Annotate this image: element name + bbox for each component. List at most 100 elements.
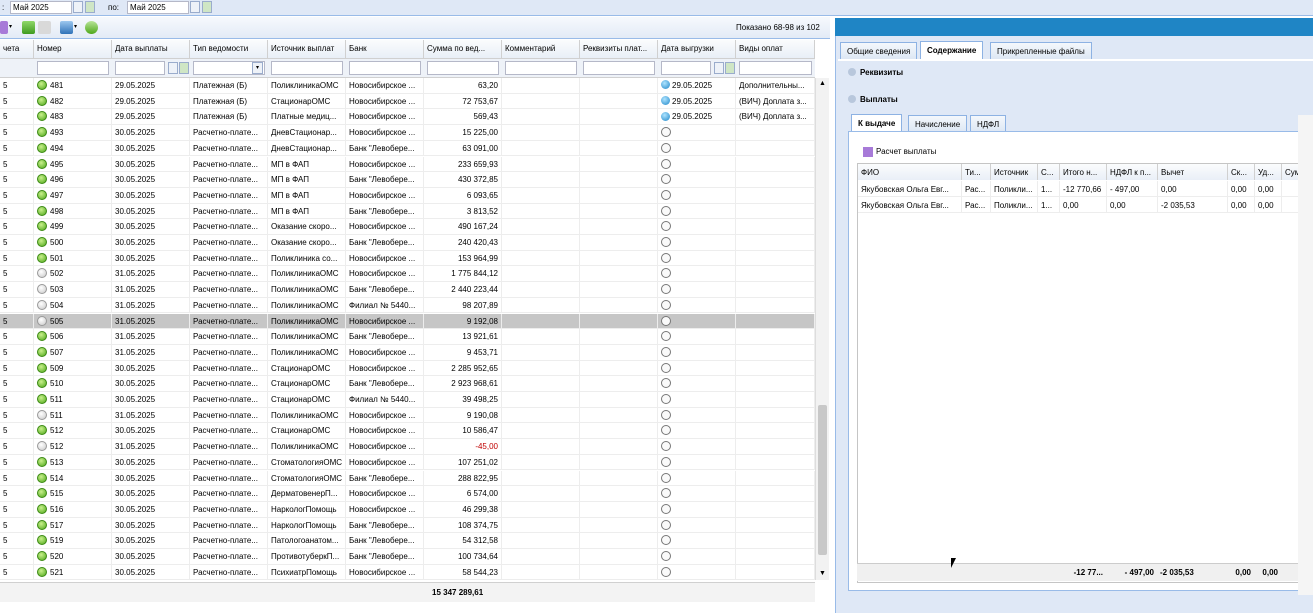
col-comment-filter-input[interactable] [505, 61, 577, 75]
table-row[interactable]: Якубовская Ольга Евг... Рас... Поликли... 1… [858, 197, 1313, 213]
col-export-date-header[interactable]: Дата выгрузки [658, 40, 736, 59]
table-row[interactable]: 5 507 31.05.2025 Расчетно-плате... Поликлини… [0, 344, 815, 361]
col-type-header[interactable]: Ти... [962, 164, 991, 180]
table-row[interactable]: 5 510 30.05.2025 Расчетно-плате... Стационар… [0, 376, 815, 392]
clear-filter-icon[interactable] [179, 62, 189, 74]
table-row[interactable]: 5 515 30.05.2025 Расчетно-плате... Дерматове… [0, 486, 815, 502]
disapprove-icon[interactable] [38, 21, 51, 34]
table-row[interactable]: 5 493 30.05.2025 Расчетно-плате... ДневСтаци… [0, 125, 815, 141]
table-row[interactable]: 5 502 31.05.2025 Расчетно-плате... Поликлини… [0, 266, 815, 283]
table-row[interactable]: 5 494 30.05.2025 Расчетно-плате... ДневСтаци… [0, 140, 815, 157]
table-row[interactable]: 5 506 31.05.2025 Расчетно-плате... Поликлини… [0, 329, 815, 345]
calendar-icon[interactable] [73, 1, 83, 13]
col-bank-header[interactable]: Банк [346, 40, 424, 59]
table-row[interactable]: 5 481 29.05.2025 Платежная (Б) ПоликлиникаОМ… [0, 78, 815, 94]
table-row[interactable]: 5 482 29.05.2025 Платежная (Б) СтационарОМС Н… [0, 93, 815, 110]
scroll-up-icon[interactable]: ▲ [819, 80, 826, 87]
table-row[interactable]: 5 517 30.05.2025 Расчетно-плате... НаркологП… [0, 517, 815, 534]
col-deduction-header[interactable]: Вычет [1158, 164, 1228, 180]
table-row[interactable]: 5 511 30.05.2025 Расчетно-плате... Стационар… [0, 392, 815, 408]
col-fio-header[interactable]: ФИО [858, 164, 962, 180]
table-row[interactable]: 5 503 31.05.2025 Расчетно-плате... Поликлини… [0, 282, 815, 298]
col-sk-header[interactable]: Ск... [1228, 164, 1255, 180]
table-row[interactable]: 5 512 31.05.2025 Расчетно-плате... Поликлини… [0, 439, 815, 455]
subtab-ndfl[interactable]: НДФЛ [970, 115, 1007, 132]
section-payments[interactable]: Выплаты [848, 94, 898, 104]
table-row[interactable]: 5 495 30.05.2025 Расчетно-плате... МП в ФАП Н… [0, 156, 815, 173]
refresh-icon[interactable] [85, 21, 98, 34]
col-requisites-filter-input[interactable] [583, 61, 655, 75]
col-pay-kinds-header[interactable]: Виды оплат [736, 40, 815, 59]
table-row[interactable]: 5 513 30.05.2025 Расчетно-плате... Стоматоло… [0, 454, 815, 471]
subtab-accrual[interactable]: Начисление [908, 115, 968, 132]
table-row[interactable]: 5 505 31.05.2025 Расчетно-плате... Поликлини… [0, 313, 815, 330]
col-sheet-type-cell: Расчетно-плате... [190, 282, 268, 298]
table-row[interactable]: 5 504 31.05.2025 Расчетно-плате... Поликлини… [0, 297, 815, 314]
col-account-header[interactable]: чета [0, 40, 34, 59]
clear-filter-icon[interactable] [725, 62, 735, 74]
col-sheet-type-header[interactable]: Тип ведомости [190, 40, 268, 59]
period-to-input[interactable]: Май 2025 [127, 1, 189, 14]
col-number-header[interactable]: Номер [34, 40, 112, 59]
print-icon[interactable] [60, 21, 73, 34]
table-row[interactable]: 5 509 30.05.2025 Расчетно-плате... Стационар… [0, 360, 815, 377]
col-source-filter-input[interactable] [271, 61, 343, 75]
table-row[interactable]: 5 519 30.05.2025 Расчетно-плате... Патологоа… [0, 533, 815, 549]
col-requisites-header[interactable]: Реквизиты плат... [580, 40, 658, 59]
col-bank-filter-input[interactable] [349, 61, 421, 75]
refresh-period-icon[interactable] [85, 1, 95, 13]
tab-content[interactable]: Содержание [920, 41, 984, 59]
scroll-down-icon[interactable]: ▼ [819, 570, 826, 577]
table-row[interactable]: 5 498 30.05.2025 Расчетно-плате... МП в ФАП Б… [0, 203, 815, 220]
col-requisites-cell [580, 297, 658, 314]
approve-icon[interactable] [22, 21, 35, 34]
col-sheet-type-value: Расчетно-плате... [193, 175, 258, 185]
col-pay-kinds-filter-input[interactable] [739, 61, 812, 75]
grid-scroll-thumb[interactable] [818, 405, 827, 555]
calendar-icon[interactable] [190, 1, 200, 13]
col-number-filter-input[interactable] [37, 61, 109, 75]
table-row[interactable]: 5 514 30.05.2025 Расчетно-плате... Стоматоло… [0, 470, 815, 487]
tab-general[interactable]: Общие сведения [840, 42, 918, 59]
subtab-to-pay[interactable]: К выдаче [851, 114, 903, 132]
table-row[interactable]: Якубовская Ольга Евг... Рас... Поликли... 1… [858, 181, 1313, 197]
col-bank-cell: Банк "Левобере... [346, 517, 424, 534]
col-source-header[interactable]: Источник [991, 164, 1038, 180]
period-from-input[interactable]: Май 2025 [10, 1, 72, 14]
table-row[interactable]: 5 516 30.05.2025 Расчетно-плате... НаркологП… [0, 501, 815, 518]
approved-status-icon [37, 189, 47, 200]
table-row[interactable]: 5 511 31.05.2025 Расчетно-плате... Поликлини… [0, 407, 815, 424]
calendar-icon[interactable] [714, 62, 724, 74]
chevron-down-icon[interactable]: ▾ [252, 62, 263, 74]
col-pay-date-filter-input[interactable] [115, 61, 165, 75]
refresh-period-icon[interactable] [202, 1, 212, 13]
table-row[interactable]: 5 521 30.05.2025 Расчетно-плате... ПсихиатрП… [0, 564, 815, 580]
table-row[interactable]: 5 497 30.05.2025 Расчетно-плате... МП в ФАП Н… [0, 187, 815, 204]
table-row[interactable]: 5 512 30.05.2025 Расчетно-плате... Стационар… [0, 423, 815, 440]
table-row[interactable]: 5 483 29.05.2025 Платежная (Б) Платные медиц… [0, 109, 815, 126]
table-row[interactable]: 5 499 30.05.2025 Расчетно-плате... Оказание … [0, 219, 815, 235]
table-row[interactable]: 5 500 30.05.2025 Расчетно-плате... Оказание … [0, 235, 815, 251]
table-row[interactable]: 5 501 30.05.2025 Расчетно-плате... Поликлини… [0, 250, 815, 267]
table-row[interactable]: 5 496 30.05.2025 Расчетно-плате... МП в ФАП Б… [0, 172, 815, 188]
col-sum-filter-input[interactable] [427, 61, 499, 75]
table-row[interactable]: 5 520 30.05.2025 Расчетно-плате... Противоту… [0, 549, 815, 565]
col-pay-date-header[interactable]: Дата выплаты [112, 40, 190, 59]
actions-menu-icon[interactable] [0, 21, 8, 34]
col-comment-header[interactable]: Комментарий [502, 40, 580, 59]
col-sum-header[interactable]: Сумма по вед... [424, 40, 502, 59]
col-ud-header[interactable]: Уд... [1255, 164, 1282, 180]
tab-attachments[interactable]: Прикрепленные файлы [990, 42, 1092, 59]
col-ndfl-header[interactable]: НДФЛ к п... [1107, 164, 1158, 180]
calc-payment-button[interactable]: Расчет выплаты [860, 145, 939, 159]
detail-scrollbar[interactable] [1298, 115, 1313, 595]
col-source-header[interactable]: Источник выплат [268, 40, 346, 59]
col-account-cell: 5 [0, 235, 34, 251]
section-requisites[interactable]: Реквизиты [848, 67, 903, 77]
col-source-value: ПоликлиникаОМС [271, 269, 339, 279]
calendar-icon[interactable] [168, 62, 178, 74]
col-s-header[interactable]: С... [1038, 164, 1060, 180]
col-total-to-pay-header[interactable]: Итого н... [1060, 164, 1107, 180]
col-number-cell: 502 [34, 266, 112, 283]
col-export-date-filter-input[interactable] [661, 61, 711, 75]
